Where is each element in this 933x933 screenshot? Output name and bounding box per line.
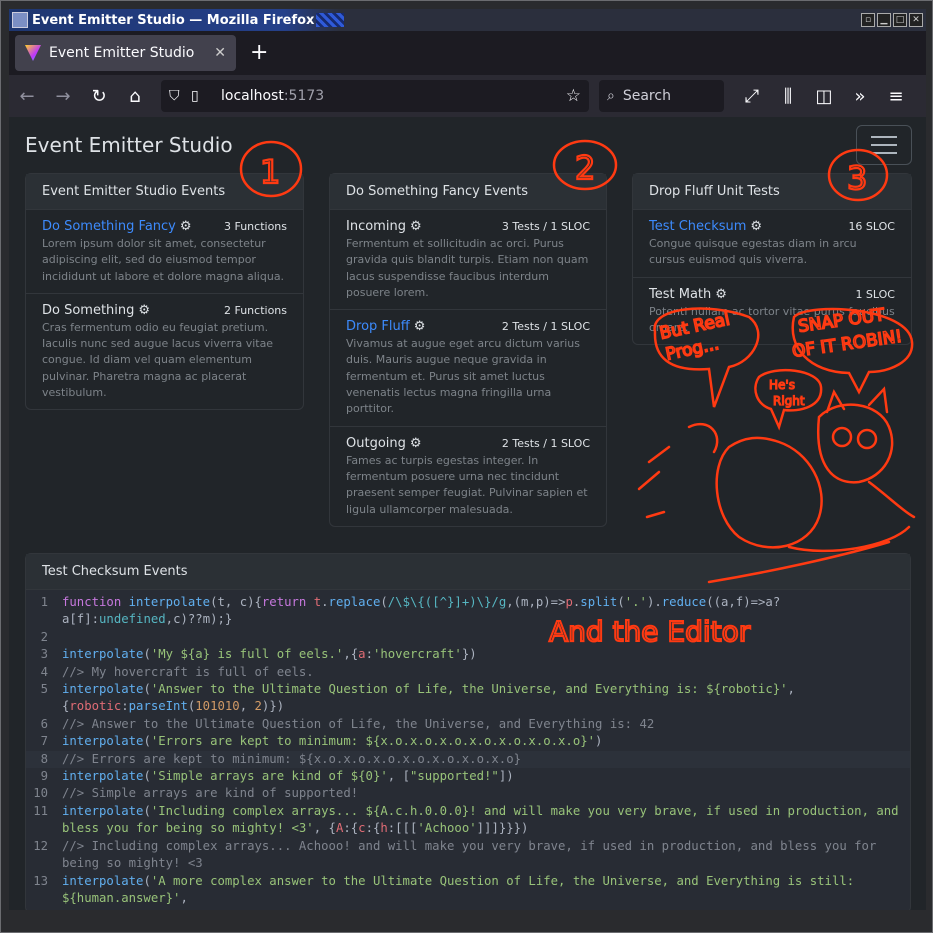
url-bar[interactable]: ⛉ ▯ localhost:5173 ☆ (161, 80, 589, 112)
card-header: Event Emitter Studio Events (26, 174, 303, 210)
test-link[interactable]: Test Checksum (649, 219, 746, 234)
page-title: Event Emitter Studio (25, 133, 233, 157)
item-description: Congue quisque egestas diam in arcu curs… (649, 237, 857, 267)
library-icon[interactable]: ⫼ (770, 80, 806, 112)
code-line: 7 interpolate('Errors are kept to minimum… (40, 734, 603, 749)
card-header: Drop Fluff Unit Tests (633, 174, 911, 210)
tab-strip: Event Emitter Studio ✕ + (9, 31, 926, 75)
annotation-right: Right (773, 394, 805, 408)
item-description: Potenti nullam ac tortor vitae purus fau… (649, 304, 895, 334)
gear-icon[interactable]: ⚙ (410, 436, 422, 451)
window-controls: ▫ ▁ □ ✕ (861, 13, 923, 27)
search-icon: ⌕ (607, 88, 615, 104)
editor-header: Test Checksum Events (26, 554, 910, 590)
item-description: Cras fermentum odio eu feugiat pretium. … (42, 320, 274, 400)
gear-icon[interactable]: ⚙ (138, 303, 150, 318)
url-host: localhost (221, 88, 284, 104)
item-description: Fermentum et sollicitudin ac orci. Purus… (346, 237, 589, 299)
code-line: 10//> Simple arrays are kind of supporte… (33, 786, 359, 801)
list-item[interactable]: Do Something ⚙ 2 Functions Cras fermentu… (26, 294, 303, 409)
url-port: :5173 (283, 88, 325, 104)
test-name: Test Math (649, 286, 712, 302)
minimize-icon[interactable]: ▁ (877, 13, 891, 27)
close-icon[interactable]: ✕ (214, 45, 226, 61)
list-item[interactable]: Incoming ⚙ 3 Tests / 1 SLOC Fermentum et… (330, 210, 606, 311)
code-line: 12//> Including complex arrays... Achooo… (33, 838, 884, 871)
code-line: 3 interpolate('My ${a} is full of eels.',… (40, 647, 477, 662)
list-item[interactable]: Outgoing ⚙ 2 Tests / 1 SLOC Fames ac tur… (330, 427, 606, 526)
vite-favicon-icon (25, 45, 41, 61)
navigation-toolbar: ← → ↻ ⌂ ⛉ ▯ localhost:5173 ☆ ⌕ Search ⤢ … (9, 75, 926, 117)
fullscreen-icon[interactable]: ⤢ (734, 80, 770, 112)
overflow-icon[interactable]: » (842, 80, 878, 112)
list-item[interactable]: Test Math ⚙ 1 SLOC Potenti nullam ac tor… (633, 278, 911, 345)
code-editor[interactable]: 1 function interpolate(t, c){return t.rep… (26, 590, 910, 910)
code-line: 2 (40, 629, 48, 644)
count-badge: 2 Tests / 1 SLOC (501, 320, 590, 334)
star-icon[interactable]: ☆ (566, 86, 581, 106)
page-content: Event Emitter Studio Event Emitter Studi… (9, 117, 926, 910)
event-link[interactable]: Drop Fluff (346, 319, 410, 334)
page-icon[interactable]: ▯ (191, 88, 213, 104)
card-header: Do Something Fancy Events (330, 174, 606, 210)
sidebar-icon[interactable]: ◫ (806, 80, 842, 112)
search-placeholder: Search (622, 88, 671, 104)
list-item[interactable]: Test Checksum ⚙ 16 SLOC Congue quisque e… (633, 210, 911, 278)
window-title: Event Emitter Studio — Mozilla Firefox (32, 12, 315, 28)
count-badge: 2 Functions (223, 303, 287, 317)
code-line: 11 interpolate('Including complex arrays.… (33, 803, 906, 836)
event-name: Outgoing (346, 435, 406, 451)
item-description: Vivamus at augue eget arcu dictum varius… (346, 337, 580, 416)
home-icon[interactable]: ⌂ (117, 80, 153, 112)
shield-icon[interactable]: ⛉ (169, 88, 191, 104)
card-fancy-events: Do Something Fancy Events Incoming ⚙ 3 T… (329, 173, 607, 527)
back-arrow-icon[interactable]: ← (9, 80, 45, 112)
navbar-toggler-button[interactable] (856, 125, 912, 165)
menu-icon[interactable]: ≡ (878, 80, 914, 112)
item-description: Fames ac turpis egestas integer. In ferm… (346, 453, 588, 516)
gear-icon[interactable]: ⚙ (414, 319, 426, 334)
gear-icon[interactable]: ⚙ (180, 219, 192, 234)
count-badge: 2 Tests / 1 SLOC (501, 436, 590, 450)
code-line: 13 interpolate('A more complex answer to … (33, 873, 862, 905)
count-badge: 3 Tests / 1 SLOC (501, 220, 590, 233)
gear-icon[interactable]: ⚙ (410, 219, 422, 234)
sloc-badge: 16 SLOC (848, 220, 895, 233)
card-unit-tests: Drop Fluff Unit Tests Test Checksum ⚙ 16… (632, 173, 912, 346)
code-editor-card: Test Checksum Events 1 function interpola… (25, 553, 911, 910)
toolbar-right: ⤢ ⫼ ◫ » ≡ (734, 80, 914, 112)
event-name: Do Something (42, 302, 135, 318)
tab-title: Event Emitter Studio (49, 45, 195, 61)
gear-icon[interactable]: ⚙ (715, 287, 727, 302)
list-item[interactable]: Drop Fluff ⚙ 2 Tests / 1 SLOC Vivamus at… (330, 310, 606, 427)
event-link[interactable]: Do Something Fancy (42, 219, 176, 234)
code-line-active: 8//> Errors are kept to minimum: ${x.o.x… (26, 750, 910, 769)
sloc-badge: 1 SLOC (855, 287, 895, 301)
list-item[interactable]: Do Something Fancy ⚙ 3 Functions Lorem i… (26, 210, 303, 294)
code-line: 1 function interpolate(t, c){return t.rep… (40, 595, 781, 627)
reload-icon[interactable]: ↻ (81, 80, 117, 112)
titlebar-pattern (316, 13, 345, 27)
code-line: 5 interpolate('Answer to the Ultimate Que… (40, 682, 803, 714)
event-name: Incoming (346, 219, 406, 234)
shade-icon[interactable]: ▫ (861, 13, 875, 27)
plus-icon[interactable]: + (250, 42, 268, 64)
browser-window: Event Emitter Studio — Mozilla Firefox ▫… (0, 0, 933, 933)
code-line: 4//> My hovercraft is full of eels. (40, 664, 314, 679)
code-line: 6//> Answer to the Ultimate Question of … (40, 716, 655, 731)
code-line: 9 interpolate('Simple arrays are kind of … (40, 769, 514, 784)
window-titlebar: Event Emitter Studio — Mozilla Firefox ▫… (9, 9, 926, 31)
tab-event-emitter-studio[interactable]: Event Emitter Studio ✕ (15, 35, 236, 71)
window-menu-icon[interactable] (12, 12, 28, 28)
count-badge: 3 Functions (223, 220, 287, 233)
card-studio-events: Event Emitter Studio Events Do Something… (25, 173, 304, 411)
forward-arrow-icon[interactable]: → (45, 80, 81, 112)
annotation-hes: He's (769, 378, 795, 392)
item-description: Lorem ipsum dolor sit amet, consectetur … (42, 237, 285, 283)
close-window-icon[interactable]: ✕ (909, 13, 923, 27)
gear-icon[interactable]: ⚙ (750, 219, 762, 234)
search-input[interactable]: ⌕ Search (599, 80, 724, 112)
maximize-icon[interactable]: □ (893, 13, 907, 27)
